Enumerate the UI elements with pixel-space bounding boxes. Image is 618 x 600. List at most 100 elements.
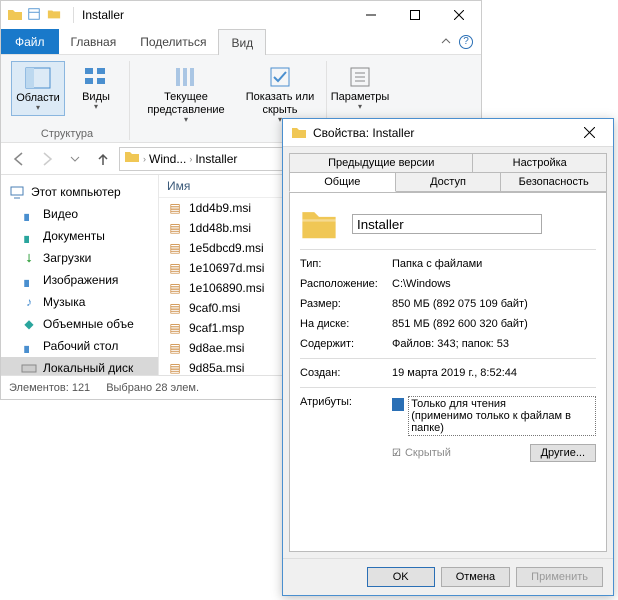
file-name: 1e5dbcd9.msi xyxy=(189,241,264,255)
nav-forward-button[interactable] xyxy=(35,147,59,171)
file-name: 1dd4b9.msi xyxy=(189,201,251,215)
qat-newfolder-icon[interactable] xyxy=(47,7,61,24)
readonly-checkbox[interactable]: Только для чтения (применимо только к фа… xyxy=(392,396,596,436)
chevron-down-icon: ▾ xyxy=(94,102,98,112)
nav-label: Рабочий стол xyxy=(43,339,118,353)
nav-localdisk[interactable]: Локальный диск xyxy=(1,357,158,375)
ribbon-currentview-button[interactable]: Текущее представление ▾ xyxy=(136,61,236,127)
hidden-checkbox[interactable]: ☑Скрытый xyxy=(392,447,451,459)
ribbon-options-button[interactable]: Параметры ▾ xyxy=(333,61,387,114)
download-icon: ⭣ xyxy=(21,250,37,266)
tab-security[interactable]: Безопасность xyxy=(500,172,607,192)
menu-bar: Файл Главная Поделиться Вид ? xyxy=(1,29,481,55)
label-size: Размер: xyxy=(300,298,392,310)
label-contains: Содержит: xyxy=(300,338,392,350)
msi-icon: ▤ xyxy=(167,280,183,296)
msp-icon: ▤ xyxy=(167,320,183,336)
ribbon-label: Показать или скрыть xyxy=(242,91,318,117)
menu-share[interactable]: Поделиться xyxy=(128,29,218,54)
readonly-label-line2: (применимо только к файлам в папке) xyxy=(411,410,571,434)
readonly-label-line1: Только для чтения xyxy=(411,398,506,410)
label-attributes: Атрибуты: xyxy=(300,396,392,408)
window-title: Installer xyxy=(82,8,124,22)
label-created: Создан: xyxy=(300,367,392,379)
msi-icon: ▤ xyxy=(167,260,183,276)
value-type: Папка с файлами xyxy=(392,258,596,270)
ribbon-areas-button[interactable]: Области ▾ xyxy=(11,61,65,116)
nav-label: Видео xyxy=(43,207,78,221)
navigation-pane: Этот компьютер ▖ Видео ▖ Документы ⭣Загруз… xyxy=(1,175,159,375)
chevron-down-icon: ▾ xyxy=(36,103,40,113)
close-button[interactable] xyxy=(437,1,481,29)
label-type: Тип: xyxy=(300,258,392,270)
tab-general[interactable]: Общие xyxy=(289,172,396,192)
nav-3dobjects[interactable]: ◆Объемные объе xyxy=(1,313,158,335)
nav-videos[interactable]: ▖ Видео xyxy=(1,203,158,225)
value-created: 19 марта 2019 г., 8:52:44 xyxy=(392,367,596,379)
panes-icon xyxy=(22,64,54,92)
tab-sharing[interactable]: Доступ xyxy=(395,172,502,192)
maximize-button[interactable] xyxy=(393,1,437,29)
folder-icon xyxy=(291,125,307,141)
nav-label: Локальный диск xyxy=(43,361,133,375)
folder-icon xyxy=(124,149,140,168)
breadcrumb-item[interactable]: Wind... xyxy=(149,152,186,166)
window-controls xyxy=(349,1,481,29)
chevron-down-icon: ▾ xyxy=(358,102,362,112)
nav-label: Документы xyxy=(43,229,105,243)
video-icon: ▖ xyxy=(21,206,37,222)
apply-button[interactable]: Применить xyxy=(516,567,603,587)
advanced-button[interactable]: Другие... xyxy=(530,444,596,462)
file-name: 1dd48b.msi xyxy=(189,221,251,235)
file-name: 9caf1.msp xyxy=(189,321,244,335)
nav-history-button[interactable] xyxy=(63,147,87,171)
quick-access-toolbar xyxy=(27,7,61,24)
nav-pictures[interactable]: ▖Изображения xyxy=(1,269,158,291)
file-name: 9d85a.msi xyxy=(189,361,244,375)
help-icon[interactable]: ? xyxy=(459,35,473,49)
value-contains: Файлов: 343; папок: 53 xyxy=(392,338,596,350)
msi-icon: ▤ xyxy=(167,360,183,375)
menu-home[interactable]: Главная xyxy=(59,29,129,54)
nav-documents[interactable]: ▖ Документы xyxy=(1,225,158,247)
chevron-right-icon[interactable]: › xyxy=(143,154,146,164)
columns-icon xyxy=(170,63,202,91)
nav-music[interactable]: ♪Музыка xyxy=(1,291,158,313)
nav-label: Объемные объе xyxy=(43,317,134,331)
tab-customize[interactable]: Настройка xyxy=(472,153,607,173)
layout-icon xyxy=(80,63,112,91)
dialog-title: Свойства: Installer xyxy=(313,126,414,140)
nav-desktop[interactable]: ▖ Рабочий стол xyxy=(1,335,158,357)
folder-name-input[interactable] xyxy=(352,214,542,234)
file-name: 1e10697d.msi xyxy=(189,261,264,275)
nav-up-button[interactable] xyxy=(91,147,115,171)
music-icon: ♪ xyxy=(21,294,37,310)
separator xyxy=(73,7,74,23)
desktop-icon: ▖ xyxy=(21,338,37,354)
nav-back-button[interactable] xyxy=(7,147,31,171)
document-icon: ▖ xyxy=(21,228,37,244)
msi-icon: ▤ xyxy=(167,240,183,256)
chevron-down-icon: ▾ xyxy=(184,115,188,125)
value-size: 850 МБ (892 075 109 байт) xyxy=(392,298,596,310)
ribbon-label: Текущее представление xyxy=(138,91,234,117)
close-button[interactable] xyxy=(569,120,609,146)
breadcrumb-item[interactable]: Installer xyxy=(195,152,237,166)
nav-downloads[interactable]: ⭣Загрузки xyxy=(1,247,158,269)
minimize-button[interactable] xyxy=(349,1,393,29)
tab-previous-versions[interactable]: Предыдущие версии xyxy=(289,153,473,173)
menu-view[interactable]: Вид xyxy=(218,29,266,55)
nav-this-pc[interactable]: Этот компьютер xyxy=(1,181,158,203)
properties-titlebar: Свойства: Installer xyxy=(283,119,613,147)
pictures-icon: ▖ xyxy=(21,272,37,288)
cancel-button[interactable]: Отмена xyxy=(441,567,510,587)
chevron-right-icon[interactable]: › xyxy=(189,154,192,164)
dialog-buttons: OK Отмена Применить xyxy=(283,558,613,595)
ribbon-views-button[interactable]: Виды ▾ xyxy=(69,61,123,114)
folder-icon xyxy=(300,207,338,241)
qat-properties-icon[interactable] xyxy=(27,7,41,24)
ribbon-collapse-icon[interactable] xyxy=(441,35,451,49)
menu-file[interactable]: Файл xyxy=(1,29,59,54)
ok-button[interactable]: OK xyxy=(367,567,435,587)
ribbon-group-label: Структура xyxy=(41,128,93,140)
